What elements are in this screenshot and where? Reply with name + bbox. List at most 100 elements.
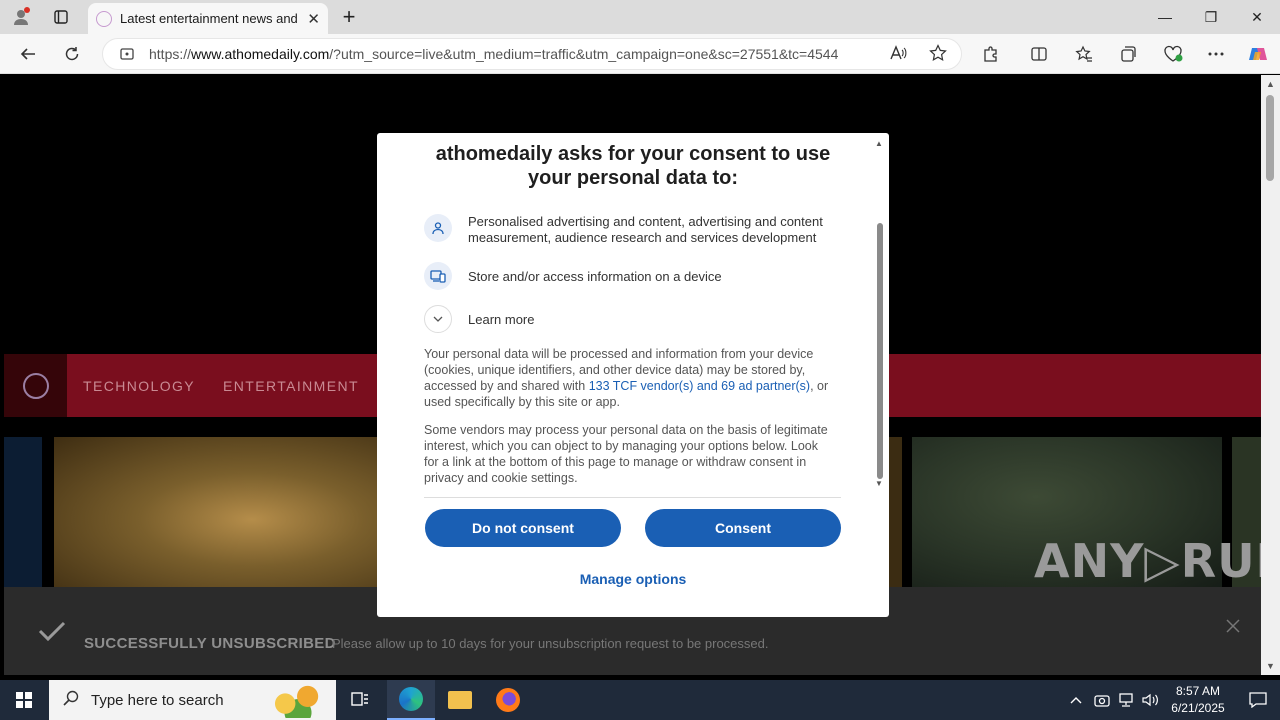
nav-item-entertainment[interactable]: ENTERTAINMENT — [223, 378, 359, 394]
manage-options-link[interactable]: Manage options — [377, 571, 889, 587]
refresh-icon — [65, 47, 79, 61]
taskbar-edge[interactable] — [387, 680, 435, 720]
taskbar-search-box[interactable]: Type here to search — [49, 680, 336, 720]
purpose-store-access: Store and/or access information on a dev… — [424, 262, 838, 290]
scroll-down-arrow-icon[interactable]: ▼ — [1266, 661, 1275, 671]
restore-button[interactable]: ❐ — [1188, 0, 1234, 34]
more-dots-icon — [1208, 52, 1224, 56]
search-highlight-flowers-icon — [266, 682, 330, 718]
purpose-personalised-ads: Personalised advertising and content, ad… — [424, 214, 838, 246]
favorite-star-icon[interactable] — [929, 44, 947, 66]
notification-dot — [24, 7, 30, 13]
browser-essentials-button[interactable] — [1159, 41, 1187, 67]
copilot-button[interactable] — [1244, 41, 1272, 67]
new-tab-button[interactable]: + — [334, 4, 364, 30]
taskbar-clock[interactable]: 8:57 AM 6/21/2025 — [1160, 683, 1236, 717]
site-logo-icon — [22, 372, 49, 399]
tray-network[interactable] — [1118, 680, 1134, 720]
site-info-icon[interactable] — [119, 46, 135, 62]
heart-pulse-icon — [1164, 45, 1183, 62]
toast-close-icon[interactable] — [1226, 617, 1240, 638]
article-card[interactable] — [4, 437, 42, 587]
dialog-scrollbar-thumb[interactable] — [877, 223, 883, 479]
collections-icon — [1121, 46, 1136, 62]
task-view-button[interactable] — [336, 680, 384, 720]
edge-browser-icon — [399, 687, 423, 711]
toast-message: Please allow up to 10 days for your unsu… — [332, 636, 769, 651]
clock-time: 8:57 AM — [1175, 684, 1221, 698]
window-close-button[interactable]: ✕ — [1234, 0, 1280, 34]
purpose-text: Personalised advertising and content, ad… — [468, 214, 823, 245]
consent-paragraph-legitimate-interest: Some vendors may process your personal d… — [424, 423, 828, 485]
divider — [424, 497, 841, 498]
settings-more-button[interactable] — [1202, 41, 1230, 67]
refresh-button[interactable] — [58, 41, 86, 67]
chevron-up-icon — [1070, 697, 1082, 704]
nav-item-technology[interactable]: TECHNOLOGY — [83, 378, 195, 394]
article-card-chandelier[interactable] — [54, 437, 384, 587]
tab-title: Latest entertainment news and re — [120, 11, 302, 26]
consent-dialog: athomedaily asks for your consent to use… — [377, 133, 889, 617]
notification-icon — [1249, 692, 1267, 708]
clock-date: 6/21/2025 — [1171, 701, 1225, 715]
learn-more-toggle[interactable]: Learn more — [424, 305, 534, 333]
scroll-up-arrow-icon[interactable]: ▲ — [1266, 79, 1275, 89]
collections-button[interactable] — [1114, 41, 1142, 67]
show-hidden-icons-button[interactable] — [1070, 680, 1082, 720]
favorites-button[interactable] — [1070, 41, 1098, 67]
speaker-icon — [1142, 693, 1158, 707]
taskbar-firefox[interactable] — [484, 680, 532, 720]
windows-taskbar: Type here to search 8:57 AM 6/21/2025 — [0, 680, 1280, 720]
search-icon — [63, 690, 79, 710]
purpose-text: Store and/or access information on a dev… — [468, 269, 722, 284]
minimize-button[interactable]: — — [1142, 0, 1188, 34]
tray-security[interactable] — [1094, 680, 1110, 720]
do-not-consent-button[interactable]: Do not consent — [425, 509, 621, 547]
learn-more-label: Learn more — [468, 311, 535, 327]
site-logo-link[interactable] — [4, 354, 67, 417]
search-placeholder: Type here to search — [91, 691, 224, 709]
person-icon — [424, 214, 452, 242]
url-text: https://www.athomedaily.com/?utm_source=… — [149, 46, 839, 62]
dialog-scroll-up-icon[interactable]: ▲ — [875, 139, 883, 148]
chevron-down-icon — [424, 305, 452, 333]
consent-button[interactable]: Consent — [645, 509, 841, 547]
split-screen-icon — [1031, 47, 1047, 61]
network-icon — [1119, 693, 1133, 707]
puzzle-icon — [984, 46, 997, 62]
dialog-scrollbar[interactable]: ▲ ▼ — [875, 139, 887, 491]
consent-paragraph-vendors: Your personal data will be processed and… — [424, 347, 829, 409]
back-button[interactable] — [14, 41, 42, 67]
check-icon — [38, 617, 66, 649]
windows-logo-icon — [16, 692, 32, 708]
read-aloud-icon[interactable] — [889, 44, 907, 66]
tray-volume[interactable] — [1142, 680, 1160, 720]
extensions-button[interactable] — [977, 41, 1005, 67]
active-tab[interactable]: Latest entertainment news and re ✕ — [88, 3, 328, 34]
toast-title: SUCCESSFULLY UNSUBSCRIBED — [84, 635, 336, 652]
site-favicon-icon — [96, 10, 112, 27]
browser-tab-bar: Latest entertainment news and re ✕ + — ❐… — [0, 0, 1280, 34]
anyrun-watermark: ANY▷RUN — [1034, 534, 1280, 588]
scrollbar-thumb[interactable] — [1266, 95, 1274, 181]
tab-close-icon[interactable]: ✕ — [307, 10, 320, 28]
notification-center-button[interactable] — [1236, 680, 1280, 720]
dialog-scroll-down-icon[interactable]: ▼ — [875, 479, 883, 488]
tab-actions-icon — [54, 10, 68, 24]
profile-button[interactable] — [6, 4, 36, 30]
start-button[interactable] — [0, 680, 48, 720]
address-bar[interactable]: https://www.athomedaily.com/?utm_source=… — [102, 38, 962, 70]
taskbar-file-explorer[interactable] — [436, 680, 484, 720]
split-screen-button[interactable] — [1025, 41, 1053, 67]
page-scrollbar[interactable]: ▲ ▼ — [1261, 75, 1280, 675]
camera-icon — [1094, 695, 1110, 707]
consent-title: athomedaily asks for your consent to use… — [435, 143, 831, 189]
task-view-icon — [351, 692, 368, 706]
tab-actions-button[interactable] — [46, 4, 76, 30]
favorites-icon — [1075, 45, 1092, 62]
browser-toolbar: https://www.athomedaily.com/?utm_source=… — [0, 34, 1280, 74]
vendors-link[interactable]: 133 TCF vendor(s) and 69 ad partner(s) — [589, 379, 810, 393]
device-icon — [424, 262, 452, 290]
back-arrow-icon — [20, 48, 35, 60]
copilot-icon — [1249, 48, 1267, 60]
